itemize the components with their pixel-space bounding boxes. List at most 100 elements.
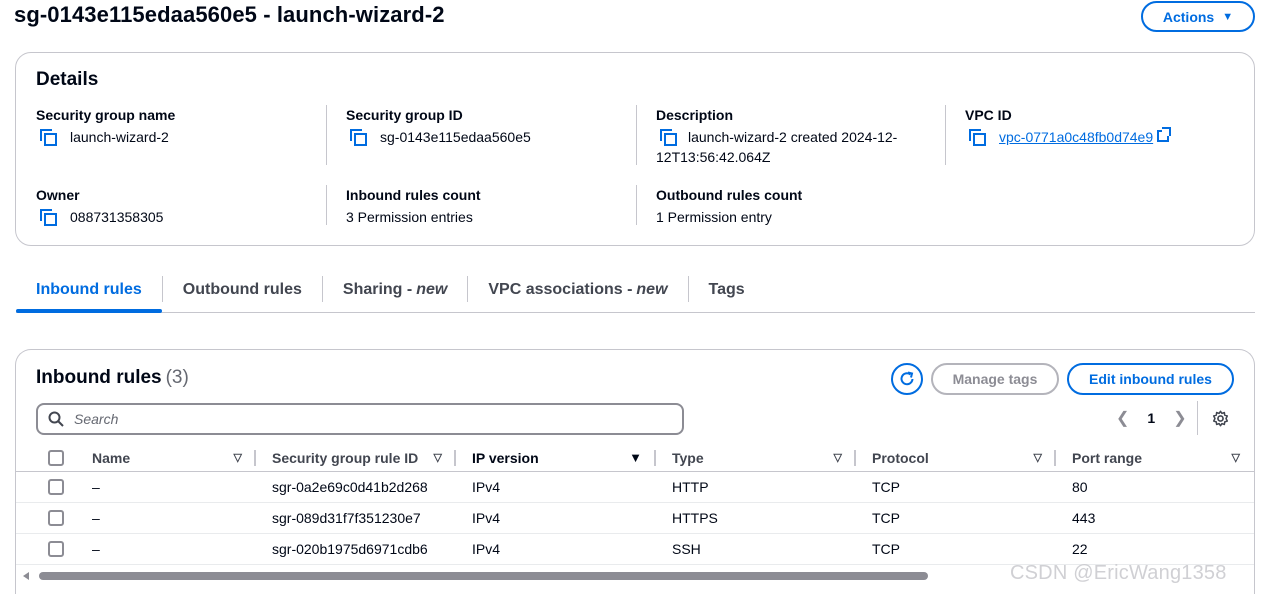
divider xyxy=(945,105,946,165)
column-header-type[interactable]: Type ▽ xyxy=(656,444,856,472)
rules-count: (3) xyxy=(165,367,189,388)
cell-type: HTTPS xyxy=(672,510,718,526)
sg-id-value: sg-0143e115edaa560e5 xyxy=(380,129,531,145)
chevron-right-icon[interactable]: ❯ xyxy=(1173,408,1186,428)
sort-descending-icon[interactable]: ▼ xyxy=(629,450,642,465)
divider xyxy=(636,105,637,165)
description-label: Description xyxy=(656,107,734,123)
cell-ip-version: IPv4 xyxy=(472,479,501,495)
cell-name: – xyxy=(92,479,100,495)
refresh-icon xyxy=(900,371,914,386)
settings-gear-icon[interactable] xyxy=(1212,410,1229,432)
new-tag: new xyxy=(636,281,668,298)
details-card: Details Security group name launch-wizar… xyxy=(15,52,1255,246)
copy-icon[interactable] xyxy=(969,129,986,146)
tab-outbound-rules[interactable]: Outbound rules xyxy=(163,270,322,310)
owner-value: 088731358305 xyxy=(70,209,164,225)
page-title: sg-0143e115edaa560e5 - launch-wizard-2 xyxy=(14,2,445,27)
caret-down-icon: ▼ xyxy=(1222,10,1234,23)
scroll-left-arrow-icon[interactable] xyxy=(23,572,29,580)
chevron-left-icon[interactable]: ❮ xyxy=(1116,408,1129,428)
vpc-id-link[interactable]: vpc-0771a0c48fb0d74e9 xyxy=(999,127,1153,147)
row-checkbox[interactable] xyxy=(48,541,64,557)
row-checkbox[interactable] xyxy=(48,510,64,526)
sg-id-label: Security group ID xyxy=(346,107,463,123)
outbound-count-value: 1 Permission entry xyxy=(656,209,772,225)
cell-ip-version: IPv4 xyxy=(472,541,501,557)
actions-label: Actions xyxy=(1162,8,1215,25)
search-box[interactable] xyxy=(36,403,684,435)
cell-name: – xyxy=(92,541,100,557)
divider xyxy=(1197,401,1198,435)
column-label: Port range xyxy=(1072,449,1143,466)
page-number[interactable]: 1 xyxy=(1147,410,1155,426)
description-field: Description launch-wizard-2 created 2024… xyxy=(656,107,926,167)
cell-protocol: TCP xyxy=(872,479,900,495)
tab-tags[interactable]: Tags xyxy=(689,270,765,310)
tab-vpc-associations[interactable]: VPC associations - new xyxy=(468,270,687,310)
cell-port-range: 443 xyxy=(1072,510,1096,526)
tab-label: Outbound rules xyxy=(182,281,302,298)
row-checkbox[interactable] xyxy=(48,479,64,495)
inbound-rules-title: Inbound rules (3) xyxy=(36,367,189,389)
watermark: CSDN @EricWang1358 xyxy=(1010,562,1227,584)
vpc-id-label: VPC ID xyxy=(965,107,1012,123)
copy-icon[interactable] xyxy=(660,129,677,146)
cell-protocol: TCP xyxy=(872,510,900,526)
cell-name: – xyxy=(92,510,100,526)
manage-tags-button[interactable]: Manage tags xyxy=(931,363,1059,395)
outbound-count-field: Outbound rules count 1 Permission entry xyxy=(656,187,946,227)
inbound-count-value: 3 Permission entries xyxy=(346,209,473,225)
sg-id-field: Security group ID sg-0143e115edaa560e5 xyxy=(346,107,636,147)
table-row[interactable]: – sgr-089d31f7f351230e7 IPv4 HTTPS TCP 4… xyxy=(16,503,1254,534)
rules-table: Name ▽ Security group rule ID ▽ IP version… xyxy=(16,444,1254,565)
cell-protocol: TCP xyxy=(872,541,900,557)
edit-inbound-rules-button[interactable]: Edit inbound rules xyxy=(1067,363,1234,395)
inbound-count-field: Inbound rules count 3 Permission entries xyxy=(346,187,636,227)
column-header-ip-version[interactable]: IP version ▼ xyxy=(456,444,656,472)
column-label: IP version xyxy=(472,449,539,466)
scrollbar-thumb[interactable] xyxy=(39,572,928,580)
search-icon xyxy=(48,411,64,427)
cell-port-range: 80 xyxy=(1072,479,1088,495)
copy-icon[interactable] xyxy=(350,129,367,146)
copy-icon[interactable] xyxy=(40,129,57,146)
owner-label: Owner xyxy=(36,187,80,203)
search-input[interactable] xyxy=(74,411,654,427)
owner-field: Owner 088731358305 xyxy=(36,187,326,227)
cell-type: SSH xyxy=(672,541,701,557)
divider xyxy=(636,185,637,225)
tab-label: VPC associations - xyxy=(488,281,633,298)
column-header-rule-id[interactable]: Security group rule ID ▽ xyxy=(256,444,456,472)
column-header-name[interactable]: Name ▽ xyxy=(76,444,256,472)
tab-label: Inbound rules xyxy=(36,281,142,298)
sg-name-value: launch-wizard-2 xyxy=(70,129,169,145)
sg-name-field: Security group name launch-wizard-2 xyxy=(36,107,326,147)
sort-icon[interactable]: ▽ xyxy=(1034,451,1042,464)
sort-icon[interactable]: ▽ xyxy=(434,451,442,464)
pagination: ❮ 1 ❯ xyxy=(1116,408,1187,428)
cell-ip-version: IPv4 xyxy=(472,510,501,526)
column-header-port-range[interactable]: Port range ▽ xyxy=(1056,444,1254,472)
copy-icon[interactable] xyxy=(40,209,57,226)
column-label: Protocol xyxy=(872,449,929,466)
sort-icon[interactable]: ▽ xyxy=(234,451,242,464)
refresh-button[interactable] xyxy=(891,363,923,395)
table-row[interactable]: – sgr-020b1975d6971cdb6 IPv4 SSH TCP 22 xyxy=(16,534,1254,565)
inbound-count-label: Inbound rules count xyxy=(346,187,481,203)
actions-button[interactable]: Actions ▼ xyxy=(1141,1,1255,32)
sort-icon[interactable]: ▽ xyxy=(1232,451,1240,464)
tab-sharing[interactable]: Sharing - new xyxy=(323,270,467,310)
inbound-rules-card: Inbound rules (3) Manage tags Edit inboun… xyxy=(15,349,1255,594)
tab-label: Tags xyxy=(708,281,745,298)
sort-icon[interactable]: ▽ xyxy=(834,451,842,464)
outbound-count-label: Outbound rules count xyxy=(656,187,803,203)
tab-inbound-rules[interactable]: Inbound rules xyxy=(16,270,162,313)
select-all-checkbox[interactable] xyxy=(48,449,64,466)
table-row[interactable]: – sgr-0a2e69c0d41b2d268 IPv4 HTTP TCP 80 xyxy=(16,472,1254,503)
cell-rule-id: sgr-089d31f7f351230e7 xyxy=(272,510,421,526)
tab-bar: Inbound rules Outbound rules Sharing - ne… xyxy=(16,270,1255,313)
cell-port-range: 22 xyxy=(1072,541,1088,557)
column-header-protocol[interactable]: Protocol ▽ xyxy=(856,444,1056,472)
vpc-id-field: VPC ID vpc-0771a0c48fb0d74e9 xyxy=(965,107,1255,147)
